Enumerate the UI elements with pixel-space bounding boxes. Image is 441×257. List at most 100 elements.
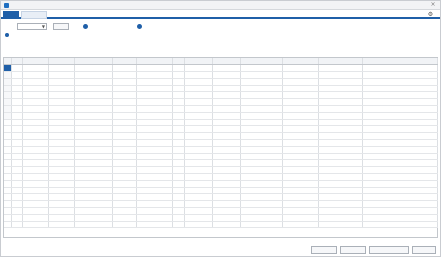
empty-cell	[136, 125, 173, 134]
col-header[interactable]	[74, 58, 113, 66]
table-row[interactable]	[4, 91, 438, 100]
empty-cell	[362, 200, 438, 209]
table-cell	[212, 71, 241, 79]
table-cell	[48, 98, 75, 107]
empty-cell	[136, 214, 173, 222]
empty-cell	[184, 207, 213, 215]
table-cell	[48, 64, 75, 73]
table-cell	[48, 78, 75, 86]
action-button-2[interactable]	[340, 246, 366, 254]
empty-cell	[318, 173, 363, 181]
table-cell	[136, 112, 173, 120]
empty-cell	[240, 159, 283, 168]
table-row[interactable]	[4, 98, 438, 107]
empty-cell	[48, 166, 75, 175]
settings-link[interactable]	[376, 11, 426, 18]
empty-cell	[172, 180, 185, 188]
empty-cell	[184, 193, 213, 202]
empty-row	[4, 132, 438, 141]
table-cell	[184, 71, 213, 79]
empty-cell	[240, 214, 283, 222]
action-button-3[interactable]	[369, 246, 409, 254]
empty-cell	[282, 180, 319, 188]
empty-cell	[136, 166, 173, 175]
option-1-toggle[interactable]	[83, 23, 133, 30]
table-row[interactable]	[4, 112, 438, 120]
empty-cell	[184, 139, 213, 147]
empty-cell	[4, 125, 12, 134]
empty-cell	[74, 125, 113, 134]
action-button-1[interactable]	[311, 246, 337, 254]
col-header[interactable]	[240, 58, 283, 66]
action-button-4[interactable]	[412, 246, 436, 254]
empty-cell	[172, 221, 185, 229]
col-header[interactable]	[362, 58, 438, 66]
data-table	[4, 58, 438, 229]
empty-cell	[240, 146, 283, 154]
empty-cell	[282, 187, 319, 195]
empty-cell	[74, 214, 113, 222]
empty-cell	[11, 146, 23, 154]
empty-cell	[362, 119, 438, 127]
empty-cell	[318, 125, 363, 134]
table-row[interactable]	[4, 105, 438, 113]
table-row[interactable]	[4, 64, 438, 73]
close-icon[interactable]: ×	[430, 1, 436, 9]
empty-cell	[22, 119, 49, 127]
empty-cell	[282, 221, 319, 229]
col-header[interactable]	[184, 58, 213, 66]
tab-2[interactable]	[21, 11, 47, 19]
empty-cell	[4, 159, 12, 168]
table-cell	[318, 105, 363, 113]
col-header[interactable]	[48, 58, 75, 66]
empty-cell	[4, 221, 12, 229]
table-cell	[184, 64, 213, 73]
empty-cell	[48, 159, 75, 168]
col-header[interactable]	[11, 58, 23, 66]
table-cell	[212, 105, 241, 113]
table-row[interactable]	[4, 78, 438, 86]
year-select[interactable]: ▼	[17, 23, 47, 30]
radio-icon	[83, 24, 88, 29]
empty-cell	[240, 221, 283, 229]
empty-cell	[74, 173, 113, 181]
empty-row	[4, 221, 438, 229]
col-header[interactable]	[212, 58, 241, 66]
empty-row	[4, 146, 438, 154]
table-cell	[74, 98, 113, 107]
empty-cell	[282, 139, 319, 147]
empty-cell	[212, 132, 241, 141]
empty-cell	[282, 166, 319, 175]
table-cell	[240, 71, 283, 79]
empty-cell	[11, 166, 23, 175]
empty-cell	[282, 214, 319, 222]
table-cell	[112, 64, 137, 73]
empty-cell	[172, 200, 185, 209]
empty-cell	[4, 187, 12, 195]
col-header[interactable]	[282, 58, 319, 66]
col-header[interactable]	[22, 58, 49, 66]
table-cell	[212, 85, 241, 93]
tab-1[interactable]	[3, 11, 19, 19]
col-header[interactable]	[4, 58, 12, 66]
col-header[interactable]	[112, 58, 137, 66]
table-cell	[282, 91, 319, 100]
col-header[interactable]	[318, 58, 363, 66]
table-cell	[362, 85, 438, 93]
empty-cell	[48, 132, 75, 141]
empty-cell	[22, 221, 49, 229]
table-row[interactable]	[4, 71, 438, 79]
table-cell	[184, 98, 213, 107]
empty-cell	[11, 125, 23, 134]
option-2-toggle[interactable]	[137, 23, 187, 30]
empty-cell	[184, 200, 213, 209]
table-row[interactable]	[4, 85, 438, 93]
gear-icon[interactable]: ⚙	[427, 11, 434, 18]
col-header[interactable]	[172, 58, 185, 66]
search-button[interactable]	[53, 23, 69, 30]
empty-cell	[212, 193, 241, 202]
empty-cell	[240, 139, 283, 147]
col-header[interactable]	[136, 58, 173, 66]
table-cell	[172, 91, 185, 100]
filter-bar: ▼	[1, 21, 440, 32]
